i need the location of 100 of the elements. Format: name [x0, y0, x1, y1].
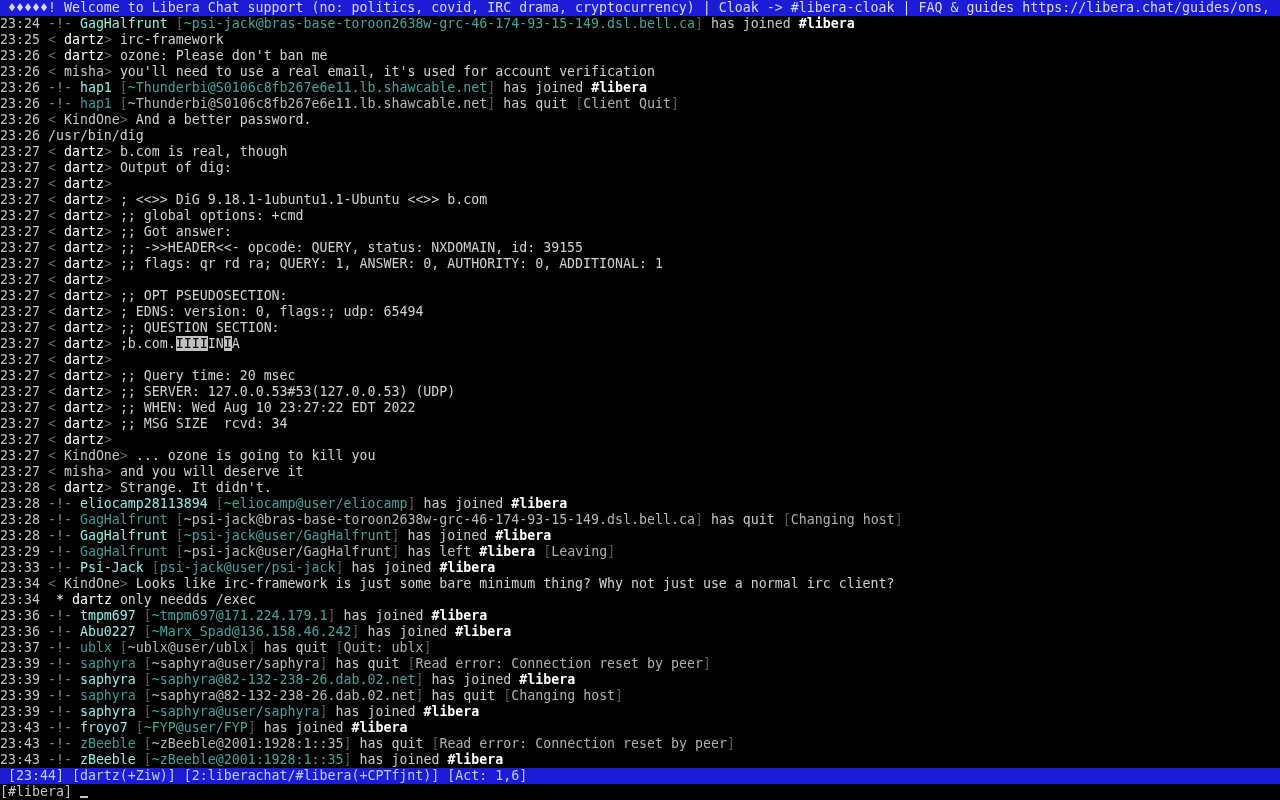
delimiter: ]: [423, 640, 432, 655]
delimiter: ]: [327, 608, 336, 623]
event-text: has quit: [503, 96, 568, 111]
nick-delimiter: >: [103, 48, 112, 63]
nick-delimiter: >: [119, 112, 128, 127]
delimiter: ]: [694, 512, 703, 527]
nickname: zBeeble: [79, 752, 136, 767]
channel-name: #libera: [455, 624, 512, 639]
nick-delimiter: <: [47, 384, 56, 399]
message-text: A: [231, 336, 240, 351]
nickname: dartz: [71, 592, 112, 607]
nick-delimiter: >: [119, 576, 128, 591]
nick-delimiter: <: [47, 240, 56, 255]
nick-delimiter: >: [103, 224, 112, 239]
nickname: hap1: [79, 80, 112, 95]
delimiter: ]: [335, 560, 344, 575]
timestamp: 23:27: [0, 192, 40, 207]
nick-delimiter: >: [103, 144, 112, 159]
nick-delimiter: <: [47, 336, 56, 351]
nickname: dartz: [63, 368, 104, 383]
nick-delimiter: >: [103, 336, 112, 351]
event-text: has quit: [359, 736, 424, 751]
timestamp: 23:36: [0, 608, 40, 623]
timestamp: 23:27: [0, 400, 40, 415]
nick-delimiter: <: [47, 64, 56, 79]
timestamp: 23:26: [0, 64, 40, 79]
nickname: KindOne: [63, 112, 120, 127]
nick-delimiter: <: [47, 400, 56, 415]
timestamp: 23:27: [0, 272, 40, 287]
hostmask: ~saphyra@user/saphyra: [151, 656, 320, 671]
nickname: ublx: [79, 640, 112, 655]
quit-reason: Changing host: [790, 512, 895, 527]
nickname: dartz: [63, 256, 104, 271]
quit-reason: Changing host: [511, 688, 616, 703]
nick-delimiter: <: [47, 32, 56, 47]
hostmask: ~psi-jack@bras-base-toroon2638w-grc-46-174-93-15-149.dsl.bell.ca: [183, 512, 695, 527]
timestamp: 23:39: [0, 672, 40, 687]
nick-delimiter: >: [103, 32, 112, 47]
event-marker: -!-: [47, 624, 72, 639]
delimiter: ]: [415, 688, 424, 703]
nick-delimiter: >: [103, 272, 112, 287]
nickname: dartz: [63, 304, 104, 319]
delimiter: ]: [343, 736, 352, 751]
delimiter: [: [119, 96, 128, 111]
hostmask: ~tmpm697@171.224.179.1: [151, 608, 328, 623]
nick-delimiter: >: [103, 352, 112, 367]
topic-bar: ♦♦♦♦♦! Welcome to Libera Chat support (no: politics, covid, IRC drama, cryptocurrency) | Cloak -> #libera-cloak | FAQ & guides https://libera.chat/guides/ons,: [0, 0, 1280, 16]
hostmask: ~Thunderbi@S0106c8fb267e6e11.lb.shawcable.net: [127, 96, 488, 111]
channel-name: #libera: [479, 544, 536, 559]
nick-delimiter: <: [47, 112, 56, 127]
nick-delimiter: >: [103, 288, 112, 303]
quit-reason: Quit: ublx: [343, 640, 424, 655]
delimiter: ]: [351, 624, 360, 639]
event-marker: -!-: [47, 752, 72, 767]
delimiter: [: [543, 544, 552, 559]
nickname: GagHalfrunt: [79, 544, 168, 559]
message-text: IN: [207, 336, 224, 351]
timestamp: 23:26: [0, 112, 40, 127]
event-marker: -!-: [47, 16, 72, 31]
event-text: has joined: [710, 16, 791, 31]
hostmask: ~psi-jack@bras-base-toroon2638w-grc-46-174-93-15-149.dsl.bell.ca: [183, 16, 695, 31]
event-text: has joined: [503, 80, 584, 95]
nick-delimiter: >: [119, 448, 128, 463]
delimiter: [: [782, 512, 791, 527]
timestamp: 23:29: [0, 544, 40, 559]
delimiter: [: [135, 720, 144, 735]
message-text: b.com is real, though: [119, 144, 288, 159]
hostmask: ~Thunderbi@S0106c8fb267e6e11.lb.shawcable.net: [127, 80, 488, 95]
hostmask: ~zBeeble@2001:1928:1::35: [151, 736, 344, 751]
event-text: has joined: [263, 720, 344, 735]
nick-delimiter: <: [47, 160, 56, 175]
delimiter: ]: [391, 528, 400, 543]
delimiter: [: [143, 752, 152, 767]
nickname: GagHalfrunt: [79, 512, 168, 527]
nick-delimiter: <: [47, 352, 56, 367]
delimiter: ]: [702, 656, 711, 671]
nick-delimiter: <: [47, 432, 56, 447]
nick-delimiter: <: [47, 224, 56, 239]
timestamp: 23:27: [0, 256, 40, 271]
hostmask: ~saphyra@82-132-238-26.dab.02.net: [151, 672, 416, 687]
nickname: dartz: [63, 480, 104, 495]
timestamp: 23:36: [0, 624, 40, 639]
timestamp: 23:27: [0, 304, 40, 319]
hostmask: ~zBeeble@2001:1928:1::35: [151, 752, 344, 767]
nickname: Abu0227: [79, 624, 136, 639]
delimiter: [: [175, 544, 184, 559]
message-text: ;; OPT PSEUDOSECTION:: [119, 288, 288, 303]
nickname: dartz: [63, 288, 104, 303]
nickname: KindOne: [63, 448, 120, 463]
quit-reason: Read error: Connection reset by peer: [415, 656, 703, 671]
timestamp: 23:43: [0, 736, 40, 751]
timestamp: 23:27: [0, 288, 40, 303]
hostmask: ~ublx@user/ublx: [127, 640, 248, 655]
message-text: ;; ->>HEADER<<- opcode: QUERY, status: NXDOMAIN, id: 39155: [119, 240, 584, 255]
event-marker: -!-: [47, 496, 72, 511]
delimiter: ]: [415, 672, 424, 687]
hostmask: ~psi-jack@user/GagHalfrunt: [183, 544, 392, 559]
timestamp: 23:27: [0, 384, 40, 399]
message-text: ;; WHEN: Wed Aug 10 23:27:22 EDT 2022: [119, 400, 416, 415]
message-text: you'll need to use a real email, it's used for account verification: [119, 64, 655, 79]
